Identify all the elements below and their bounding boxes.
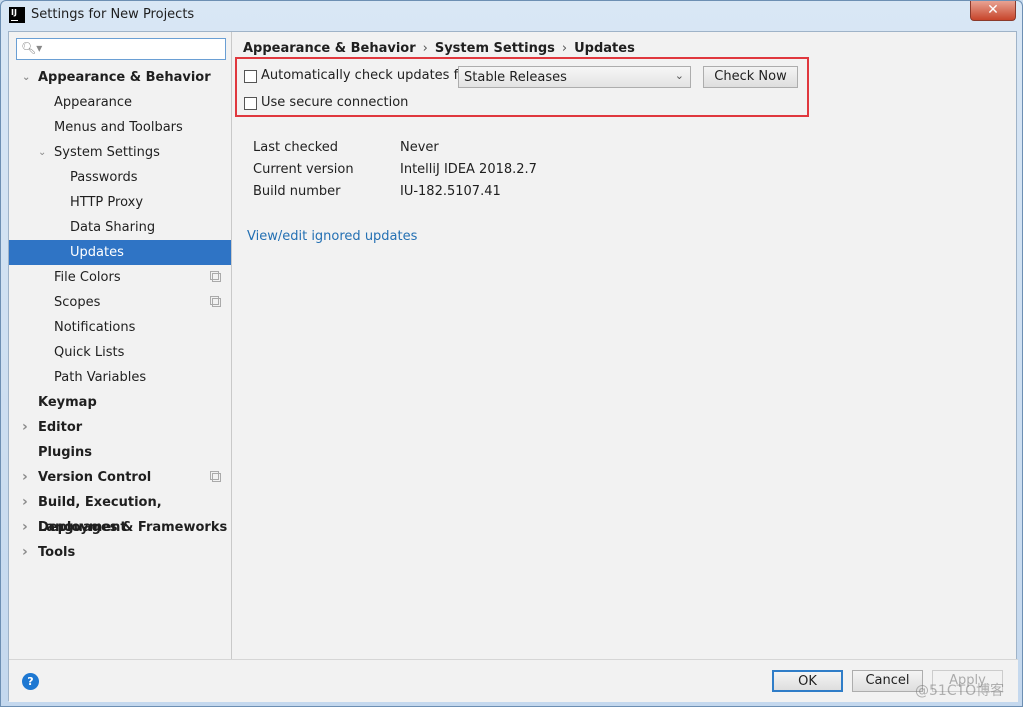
sidebar-item[interactable]: › Version Control [9,465,231,490]
help-icon[interactable]: ? [22,673,39,690]
breadcrumb-item: Appearance & Behavior [243,41,416,56]
sidebar-item[interactable]: Notifications [9,315,231,340]
sidebar-item[interactable]: Passwords [9,165,231,190]
settings-sidebar: 🔍︎▾ ⌄ Appearance & Behavior Appearance Menu… [9,32,232,659]
sidebar-item[interactable]: ⌄ System Settings [9,140,231,165]
sidebar-item-label: Path Variables [54,370,147,385]
search-icon: 🔍︎▾ [21,41,43,55]
ignored-updates-link[interactable]: View/edit ignored updates [247,229,417,244]
sidebar-item-label: Scopes [54,295,101,310]
breadcrumb-item: Updates [574,41,635,56]
breadcrumb: Appearance & Behavior › System Settings › Up… [243,41,635,56]
dialog-footer: ? OK Cancel Apply [9,659,1018,702]
sidebar-item-label: Quick Lists [54,345,125,360]
sidebar-item[interactable]: Path Variables [9,365,231,390]
sidebar-item[interactable]: Plugins [9,440,231,465]
settings-window: IJ Settings for New Projects ✕ 🔍︎▾ ⌄ Appe… [0,0,1023,707]
auto-check-checkbox[interactable] [244,70,257,83]
sidebar-item-label: Menus and Toolbars [54,120,183,135]
sidebar-item-label: Tools [38,545,76,560]
project-scope-icon [210,296,221,307]
intellij-logo-icon: IJ [9,7,25,23]
sidebar-item[interactable]: Data Sharing [9,215,231,240]
sidebar-item[interactable]: › Editor [9,415,231,440]
info-value: IU-182.5107.41 [400,184,501,199]
chevron-right-icon[interactable]: › [22,540,28,565]
auto-check-label: Automatically check updates for [261,68,472,83]
project-scope-icon [210,271,221,282]
sidebar-item-label: Appearance & Behavior [38,70,211,85]
update-channel-select[interactable]: Stable Releases ⌄ [458,66,691,88]
sidebar-item[interactable]: Scopes [9,290,231,315]
sidebar-item[interactable]: ⌄ Appearance & Behavior [9,65,231,90]
info-value: Never [400,140,439,155]
sidebar-item[interactable]: Quick Lists [9,340,231,365]
secure-connection-label: Use secure connection [261,95,409,110]
chevron-down-icon[interactable]: ⌄ [22,65,30,90]
sidebar-item-label: Passwords [70,170,138,185]
sidebar-item-label: Plugins [38,445,92,460]
chevron-right-icon[interactable]: › [22,515,28,540]
update-channel-value: Stable Releases [464,70,567,85]
sidebar-item[interactable]: › Build, Execution, Deployment [9,490,231,535]
secure-connection-checkbox[interactable] [244,97,257,110]
title-bar: IJ Settings for New Projects ✕ [1,1,1022,31]
sidebar-item-label: File Colors [54,270,121,285]
watermark: @51CTO博客 [915,683,1005,699]
ok-button[interactable]: OK [772,670,843,692]
sidebar-item[interactable]: Menus and Toolbars [9,115,231,140]
chevron-right-icon[interactable]: › [22,465,28,490]
info-label: Current version [253,162,354,177]
sidebar-item-label: Data Sharing [70,220,156,235]
dialog-content: 🔍︎▾ ⌄ Appearance & Behavior Appearance Menu… [8,31,1018,702]
sidebar-item[interactable]: Updates [9,240,231,265]
info-label: Build number [253,184,341,199]
info-label: Last checked [253,140,339,155]
project-scope-icon [210,471,221,482]
sidebar-item[interactable]: Appearance [9,90,231,115]
chevron-down-icon[interactable]: ⌄ [38,140,46,165]
close-button[interactable]: ✕ [970,1,1016,21]
sidebar-item[interactable]: › Tools [9,540,231,565]
sidebar-item-label: HTTP Proxy [70,195,144,210]
sidebar-item-label: Notifications [54,320,136,335]
sidebar-item-label: Updates [70,245,124,260]
cancel-button[interactable]: Cancel [852,670,923,692]
sidebar-item[interactable]: Keymap [9,390,231,415]
chevron-right-icon[interactable]: › [22,415,28,440]
sidebar-item[interactable]: HTTP Proxy [9,190,231,215]
updates-panel: Appearance & Behavior › System Settings › Up… [233,32,1018,659]
info-value: IntelliJ IDEA 2018.2.7 [400,162,537,177]
check-now-button[interactable]: Check Now [703,66,798,88]
breadcrumb-item: System Settings [434,41,555,56]
sidebar-item-label: Editor [38,420,83,435]
sidebar-item-label: System Settings [54,145,160,160]
sidebar-item[interactable]: › Languages & Frameworks [9,515,231,540]
sidebar-item[interactable]: File Colors [9,265,231,290]
chevron-down-icon: ⌄ [674,69,684,82]
chevron-right-icon[interactable]: › [22,490,28,515]
breadcrumb-separator: › [561,41,568,56]
window-title: Settings for New Projects [31,7,195,22]
search-input[interactable]: 🔍︎▾ [16,38,226,60]
sidebar-item-label: Version Control [38,470,152,485]
sidebar-item-label: Languages & Frameworks [38,520,228,535]
sidebar-item-label: Appearance [54,95,133,110]
sidebar-item-label: Keymap [38,395,97,410]
breadcrumb-separator: › [422,41,428,56]
